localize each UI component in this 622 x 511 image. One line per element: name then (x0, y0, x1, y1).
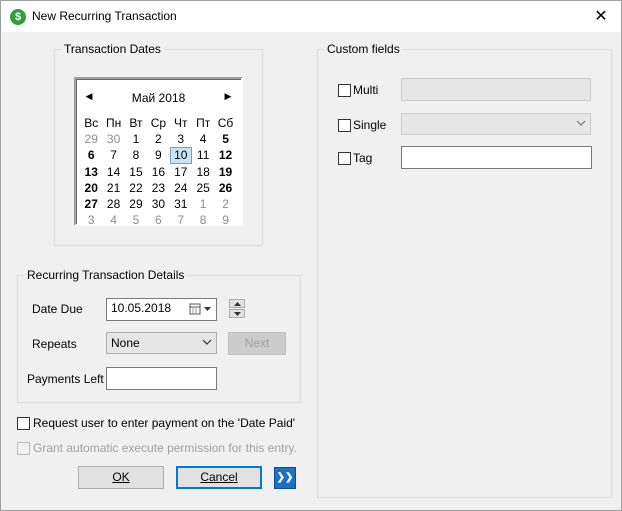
calendar-day[interactable]: 27 (80, 196, 102, 212)
payments-left-label: Payments Left (27, 372, 104, 386)
calendar-day[interactable]: 18 (192, 164, 214, 180)
calendar-month-label[interactable]: Май 2018 (76, 91, 241, 105)
close-button[interactable]: ✕ (581, 1, 621, 32)
chevron-down-icon (576, 120, 586, 126)
calendar-day[interactable]: 9 (147, 147, 169, 163)
repeats-label: Repeats (32, 337, 77, 351)
calendar-day[interactable]: 29 (125, 196, 147, 212)
calendar-day[interactable]: 8 (192, 212, 214, 228)
calendar-day[interactable]: 12 (214, 147, 236, 163)
ok-label: OK (112, 470, 130, 484)
transaction-dates-title: Transaction Dates (61, 42, 164, 56)
calendar-day[interactable]: 9 (214, 212, 236, 228)
calendar-day[interactable]: 2 (214, 196, 236, 212)
dialog-window: $ New Recurring Transaction ✕ Transactio… (0, 0, 622, 511)
cancel-button[interactable]: Cancel (176, 466, 262, 489)
expand-button[interactable]: ❯❯ (274, 467, 296, 489)
calendar-day[interactable]: 8 (125, 147, 147, 163)
calendar-day[interactable]: 21 (102, 180, 124, 196)
title-bar: $ New Recurring Transaction ✕ (1, 1, 621, 32)
calendar-day[interactable]: 20 (80, 180, 102, 196)
calendar-day[interactable]: 5 (125, 212, 147, 228)
calendar-grid: Вс Пн Вт Ср Чт Пт Сб 29 30 1 2 3 4 5 6 7 8 9 10 11 12 13 14 15 1… (80, 115, 237, 228)
repeats-value: None (111, 336, 140, 350)
date-spin-down[interactable] (229, 309, 245, 318)
request-user-checkbox[interactable] (17, 417, 30, 430)
calendar-day[interactable]: 31 (170, 196, 192, 212)
multi-label[interactable]: Multi (353, 83, 378, 97)
calendar-header: ◀ Май 2018 ▶ (76, 91, 241, 107)
calendar-day[interactable]: 15 (125, 164, 147, 180)
multi-checkbox[interactable] (338, 84, 351, 97)
grant-permission-checkbox[interactable] (17, 442, 30, 455)
repeats-dropdown[interactable]: None (106, 332, 217, 354)
calendar-day[interactable]: 4 (192, 131, 214, 147)
calendar-day[interactable]: 30 (102, 131, 124, 147)
month-calendar[interactable]: ◀ Май 2018 ▶ Вс Пн Вт Ср Чт Пт Сб 29 30 1 2 3 4 5 6 7 8 9… (74, 77, 243, 228)
calendar-day[interactable]: 25 (192, 180, 214, 196)
calendar-weekday: Пн (105, 116, 122, 130)
date-spin-up[interactable] (229, 299, 245, 308)
calendar-day[interactable]: 11 (192, 147, 214, 163)
date-due-value: 10.05.2018 (111, 301, 172, 315)
multi-input[interactable] (401, 78, 591, 101)
calendar-dropdown-icon[interactable] (189, 303, 213, 315)
cancel-label: Cancel (200, 470, 238, 484)
tag-checkbox[interactable] (338, 152, 351, 165)
calendar-day[interactable]: 6 (80, 147, 102, 163)
calendar-day-selected[interactable]: 10 (169, 147, 192, 164)
calendar-weekday: Вс (84, 116, 99, 130)
spin-up-icon (234, 302, 241, 306)
calendar-day[interactable]: 26 (214, 180, 236, 196)
next-button[interactable]: Next (228, 332, 286, 355)
grant-permission-label[interactable]: Grant automatic execute permission for t… (33, 441, 297, 455)
calendar-weekday: Ср (150, 116, 167, 130)
calendar-day[interactable]: 23 (147, 180, 169, 196)
calendar-day[interactable]: 24 (170, 180, 192, 196)
calendar-day[interactable]: 3 (170, 131, 192, 147)
window-title: New Recurring Transaction (32, 9, 177, 23)
single-checkbox[interactable] (338, 119, 351, 132)
next-month-icon[interactable]: ▶ (221, 91, 235, 102)
calendar-day[interactable]: 7 (170, 212, 192, 228)
calendar-day[interactable]: 1 (192, 196, 214, 212)
date-due-picker[interactable]: 10.05.2018 (106, 298, 217, 321)
tag-label[interactable]: Tag (353, 151, 372, 165)
custom-fields-title: Custom fields (324, 42, 403, 56)
calendar-day[interactable]: 16 (147, 164, 169, 180)
date-due-label: Date Due (32, 302, 83, 316)
calendar-day[interactable]: 2 (147, 131, 169, 147)
calendar-day[interactable]: 1 (125, 131, 147, 147)
calendar-day[interactable]: 4 (102, 212, 124, 228)
calendar-day[interactable]: 7 (102, 147, 124, 163)
request-user-label[interactable]: Request user to enter payment on the 'Da… (33, 416, 295, 430)
calendar-day[interactable]: 6 (147, 212, 169, 228)
calendar-weekday: Сб (217, 116, 234, 130)
dollar-icon: $ (10, 9, 26, 25)
payments-left-input[interactable] (106, 367, 217, 390)
calendar-day[interactable]: 13 (80, 164, 102, 180)
recurring-details-title: Recurring Transaction Details (24, 268, 188, 282)
calendar-day[interactable]: 17 (170, 164, 192, 180)
calendar-day[interactable]: 19 (214, 164, 236, 180)
ok-button[interactable]: OK (78, 466, 164, 489)
calendar-day[interactable]: 29 (80, 131, 102, 147)
double-chevron-right-icon: ❯❯ (276, 472, 294, 483)
tag-input[interactable] (401, 146, 592, 169)
calendar-day[interactable]: 14 (102, 164, 124, 180)
calendar-day[interactable]: 5 (214, 131, 236, 147)
calendar-day[interactable]: 30 (147, 196, 169, 212)
calendar-weekday: Чт (174, 116, 188, 130)
spin-down-icon (234, 312, 241, 316)
single-label[interactable]: Single (353, 118, 386, 132)
calendar-day[interactable]: 3 (80, 212, 102, 228)
single-dropdown[interactable] (401, 113, 591, 135)
calendar-weekday: Пт (196, 116, 211, 130)
calendar-day[interactable]: 28 (102, 196, 124, 212)
chevron-down-icon (202, 339, 212, 345)
calendar-weekday: Вт (129, 116, 143, 130)
calendar-day[interactable]: 22 (125, 180, 147, 196)
